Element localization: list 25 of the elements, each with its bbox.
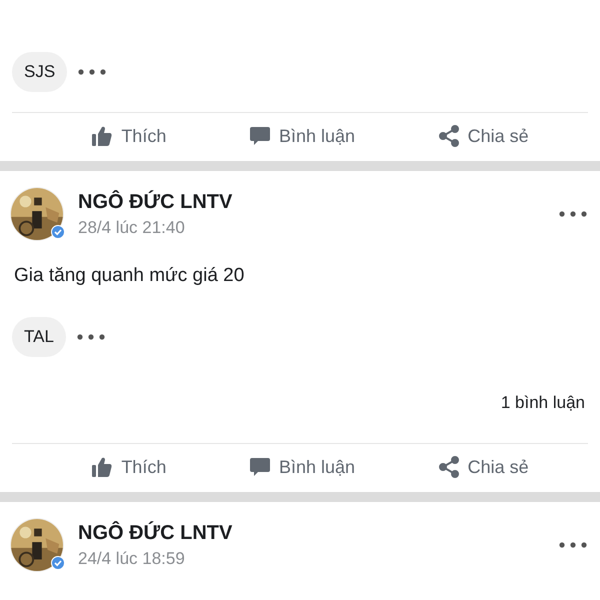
more-icon[interactable] — [77, 68, 108, 76]
more-icon[interactable] — [558, 210, 588, 218]
stock-tag[interactable]: SJS — [12, 52, 68, 92]
more-icon[interactable] — [76, 333, 106, 341]
share-button[interactable]: Chia sẻ — [438, 456, 529, 478]
share-button[interactable]: Chia sẻ — [438, 125, 529, 147]
more-icon[interactable] — [558, 541, 588, 549]
thumbs-up-icon — [91, 125, 114, 147]
author-name[interactable]: NGÔ ĐỨC LNTV — [78, 522, 544, 544]
comment-button[interactable]: Bình luận — [248, 125, 356, 147]
comment-button[interactable]: Bình luận — [248, 456, 356, 478]
speech-bubble-icon — [248, 125, 271, 147]
post-time[interactable]: 24/4 lúc 18:59 — [78, 548, 544, 568]
post-text: Gia tăng quanh mức giá 20 — [13, 264, 246, 287]
thumbs-up-icon — [91, 456, 114, 478]
share-icon — [438, 456, 460, 478]
author-name[interactable]: NGÔ ĐỨC LNTV — [78, 190, 544, 214]
like-button[interactable]: Thích — [91, 125, 166, 147]
comment-count[interactable]: 1 bình luận — [500, 393, 585, 413]
speech-bubble-icon — [248, 456, 271, 478]
stock-tag[interactable]: TAL — [12, 317, 66, 357]
like-button[interactable]: Thích — [91, 456, 166, 478]
share-icon — [438, 125, 460, 147]
verified-badge-icon — [51, 225, 65, 239]
post-time[interactable]: 28/4 lúc 21:40 — [78, 218, 544, 238]
